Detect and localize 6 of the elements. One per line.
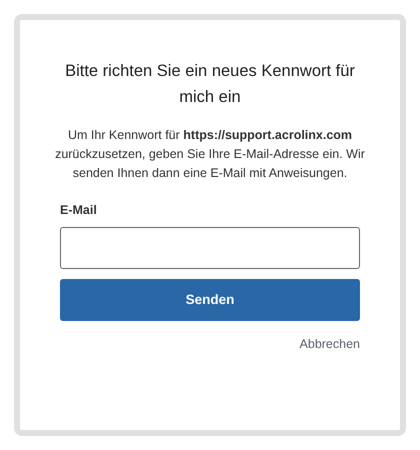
cancel-link[interactable]: Abbrechen — [300, 334, 360, 354]
page-title: Bitte richten Sie ein neues Kennwort für mich ein — [64, 61, 356, 108]
email-label: E-Mail — [60, 202, 98, 219]
send-button[interactable]: Senden — [60, 278, 360, 321]
instructions-text: Um Ihr Kennwort für https://support.acrolinx.com zurückzusetzen, geben Sie Ihre E-Mail-Adresse ein. Wir senden Ihnen dann eine E-Mail mit Anweisungen. — [55, 127, 365, 182]
email-input[interactable] — [60, 226, 360, 269]
